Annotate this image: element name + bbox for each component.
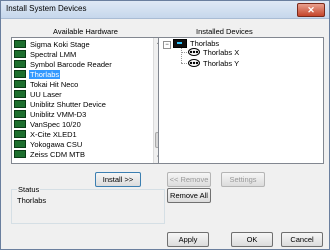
list-item-label: VanSpec 10/20 [30, 120, 81, 129]
list-item[interactable]: Symbol Barcode Reader [14, 60, 113, 70]
device-board-icon [14, 130, 26, 139]
list-item[interactable]: X-Cite XLED1 [14, 130, 78, 140]
list-item[interactable]: Uniblitz Shutter Device [14, 100, 107, 110]
device-board-icon [14, 70, 26, 79]
tree-connector [181, 63, 187, 64]
tree-node-label: Thorlabs X [203, 48, 240, 57]
list-item[interactable]: Yokogawa CSU [14, 140, 83, 150]
close-button[interactable]: ✕ [297, 3, 325, 17]
filter-wheel-icon [188, 59, 200, 68]
device-board-icon [14, 120, 26, 129]
hub-icon [173, 38, 187, 48]
tree-collapse-icon[interactable]: − [163, 41, 171, 49]
device-board-icon [14, 100, 26, 109]
device-board-icon [14, 140, 26, 149]
tree-connector [181, 52, 187, 53]
list-item[interactable]: Tokai Hit Neco [14, 80, 79, 90]
list-item-label: UU Laser [30, 90, 62, 99]
list-item[interactable]: Spectral LMM [14, 50, 77, 60]
device-board-icon [14, 60, 26, 69]
available-hardware-header: Available Hardware [53, 27, 118, 36]
list-item-label: Tokai Hit Neco [30, 80, 79, 89]
list-item-label: Symbol Barcode Reader [30, 60, 112, 69]
tree-node-thorlabs-x[interactable]: Thorlabs X [188, 48, 239, 58]
device-board-icon [14, 50, 26, 59]
installed-devices-header: Installed Devices [196, 27, 253, 36]
install-system-devices-dialog: Install System Devices ✕ Available Hardw… [0, 0, 330, 250]
tree-node-label: Thorlabs Y [203, 59, 240, 68]
list-item[interactable]: VanSpec 10/20 [14, 120, 82, 130]
remove-all-button[interactable]: Remove All [167, 188, 211, 203]
list-item[interactable]: Uniblitz VMM-D3 [14, 110, 87, 120]
device-board-icon [14, 110, 26, 119]
list-item-label: Zeiss CDM MTB [30, 150, 85, 159]
list-item-label: Sigma Koki Stage [30, 40, 90, 49]
list-item-label: X-Cite XLED1 [30, 130, 77, 139]
list-item-label: Thorlabs [29, 70, 61, 79]
installed-devices-tree[interactable] [158, 37, 324, 164]
list-item-label: Yokogawa CSU [30, 140, 83, 149]
status-group [11, 189, 165, 224]
tree-node-label: Thorlabs [190, 39, 220, 48]
list-item-label: Uniblitz Shutter Device [30, 100, 106, 109]
filter-wheel-icon [188, 48, 200, 57]
list-item-label: Spectral LMM [30, 50, 77, 59]
list-item[interactable]: Thorlabs [14, 70, 61, 80]
install-button[interactable]: Install >> [95, 172, 141, 187]
settings-button[interactable]: Settings [221, 172, 265, 187]
tree-connector [181, 48, 182, 63]
list-item-label: Uniblitz VMM-D3 [30, 110, 87, 119]
status-label: Status [17, 185, 41, 194]
cancel-button[interactable]: Cancel [281, 232, 323, 247]
apply-button[interactable]: Apply [167, 232, 209, 247]
list-item[interactable]: UU Laser [14, 90, 63, 100]
device-board-icon [14, 40, 26, 49]
window-title: Install System Devices [6, 4, 87, 13]
ok-button[interactable]: OK [231, 232, 273, 247]
status-value: Thorlabs [17, 196, 47, 205]
remove-button[interactable]: << Remove [167, 172, 211, 187]
list-item[interactable]: Zeiss CDM MTB [14, 150, 86, 160]
available-hardware-list[interactable]: ▲ ▼ Sigma Koki StageSpectral LMMSymbol B… [11, 37, 165, 164]
list-item[interactable]: Sigma Koki Stage [14, 40, 91, 50]
tree-node-thorlabs-y[interactable]: Thorlabs Y [188, 59, 239, 69]
device-board-icon [14, 150, 26, 159]
device-board-icon [14, 90, 26, 99]
title-bar[interactable]: Install System Devices ✕ [1, 1, 329, 19]
device-board-icon [14, 80, 26, 89]
